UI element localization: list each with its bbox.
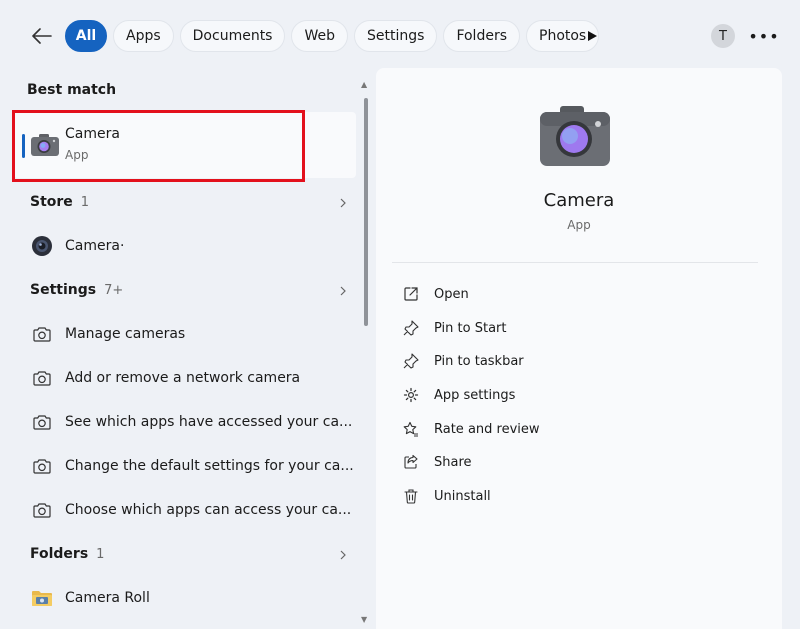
tab-web[interactable]: Web — [291, 20, 349, 52]
chevron-right-icon[interactable] — [338, 198, 348, 208]
list-item[interactable]: See which apps have accessed your ca... — [30, 410, 352, 434]
camera-store-icon — [30, 236, 54, 256]
pin-icon — [402, 352, 420, 370]
camera-settings-icon — [30, 456, 54, 476]
settings-heading[interactable]: Settings 7+ — [30, 282, 123, 298]
share-icon — [402, 453, 420, 471]
rate-and-review-action[interactable]: Rate and review — [402, 418, 540, 440]
list-item[interactable]: Manage cameras — [30, 322, 185, 346]
trash-icon — [402, 487, 420, 505]
details-panel: Camera App Open Pin to Start Pin to task… — [376, 68, 782, 629]
tab-folders[interactable]: Folders — [443, 20, 520, 52]
folder-icon — [30, 588, 54, 608]
list-item[interactable]: Camera· — [30, 234, 124, 258]
avatar[interactable]: T — [711, 24, 735, 48]
search-filter-bar: All Apps Documents Web Settings Folders … — [0, 0, 800, 70]
tab-all[interactable]: All — [65, 20, 107, 52]
star-edit-icon — [402, 420, 420, 438]
camera-app-icon — [31, 134, 59, 156]
app-type-label: App — [567, 218, 591, 232]
filter-tabs: All Apps Documents Web Settings Folders … — [65, 20, 600, 52]
list-item[interactable]: Choose which apps can access your ca... — [30, 498, 351, 522]
more-filters-play-icon[interactable] — [586, 30, 598, 42]
results-list: Best match Camera App Store 1 Camera· Se… — [0, 70, 372, 629]
selection-indicator — [22, 134, 25, 158]
list-item[interactable]: Camera Roll — [30, 586, 150, 610]
scroll-up-arrow[interactable]: ▲ — [361, 80, 367, 89]
camera-settings-icon — [30, 500, 54, 520]
more-options-button[interactable]: ••• — [748, 24, 778, 48]
camera-settings-icon — [30, 368, 54, 388]
back-arrow-icon — [32, 28, 52, 44]
tab-settings[interactable]: Settings — [354, 20, 438, 52]
best-match-subtitle: App — [65, 148, 89, 162]
app-settings-action[interactable]: App settings — [402, 384, 515, 406]
list-item[interactable]: Add or remove a network camera — [30, 366, 300, 390]
camera-app-icon — [540, 106, 610, 166]
app-title: Camera — [543, 190, 615, 211]
back-button[interactable] — [28, 24, 56, 48]
pin-to-start-action[interactable]: Pin to Start — [402, 317, 506, 339]
best-match-title: Camera — [65, 126, 120, 142]
camera-settings-icon — [30, 324, 54, 344]
best-match-heading: Best match — [27, 82, 117, 98]
uninstall-action[interactable]: Uninstall — [402, 485, 491, 507]
share-action[interactable]: Share — [402, 451, 472, 473]
chevron-right-icon[interactable] — [338, 286, 348, 296]
pin-to-taskbar-action[interactable]: Pin to taskbar — [402, 350, 524, 372]
gear-icon — [402, 386, 420, 404]
scroll-down-arrow[interactable]: ▼ — [361, 615, 367, 624]
chevron-right-icon[interactable] — [338, 550, 348, 560]
store-heading[interactable]: Store 1 — [30, 194, 89, 210]
best-match-item[interactable]: Camera App — [14, 112, 356, 178]
pin-icon — [402, 319, 420, 337]
divider — [392, 262, 758, 263]
tab-documents[interactable]: Documents — [179, 20, 286, 52]
list-item[interactable]: Change the default settings for your ca.… — [30, 454, 354, 478]
folders-heading[interactable]: Folders 1 — [30, 546, 104, 562]
camera-settings-icon — [30, 412, 54, 432]
open-action[interactable]: Open — [402, 283, 469, 305]
tab-apps[interactable]: Apps — [113, 20, 174, 52]
scrollbar-thumb[interactable] — [364, 98, 368, 326]
open-external-icon — [402, 285, 420, 303]
